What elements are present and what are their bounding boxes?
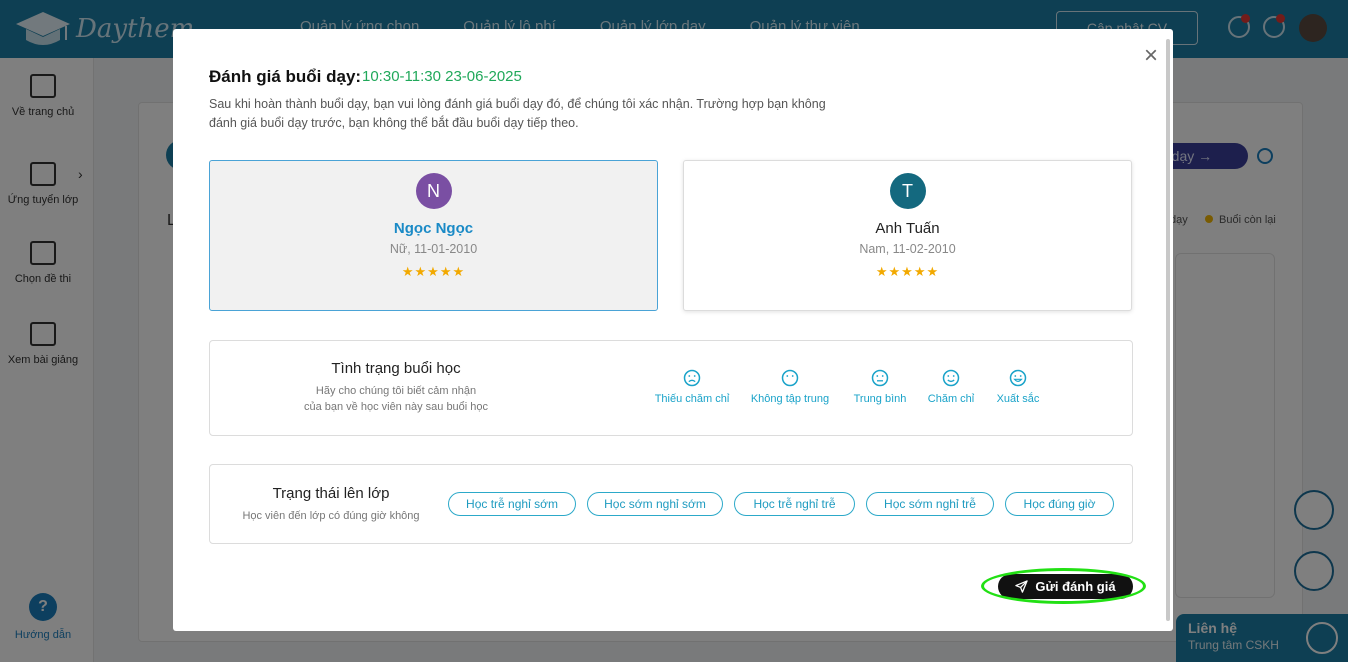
meh-face-icon	[871, 369, 889, 387]
chip-late-late-leave[interactable]: Học trễ nghỉ trễ	[734, 492, 855, 516]
attendance-subtitle: Học viên đến lớp có đúng giờ không	[242, 510, 420, 522]
session-time: 10:30-11:30 23-06-2025	[362, 68, 522, 85]
subtitle-line-2: của bạn về học viên này sau buổi học	[303, 401, 489, 413]
session-status-header: Tình trạng buổi học Hãy cho chúng tôi bi…	[270, 360, 522, 415]
mood-option-excellent[interactable]: Xuất sắc	[990, 369, 1046, 405]
modal-description: Sau khi hoàn thành buổi dạy, bạn vui lòn…	[209, 97, 826, 130]
modal-title: Đánh giá buổi dạy:	[209, 67, 362, 86]
session-status-subtitle: Hãy cho chúng tôi biết cảm nhận của bạn …	[270, 383, 522, 415]
mood-label: Xuất sắc	[996, 393, 1040, 405]
mood-option-unfocused[interactable]: Không tập trung	[748, 369, 832, 405]
student-info: Nữ, 11-01-2010	[389, 242, 478, 256]
attendance-header: Trạng thái lên lớp Học viên đến lớp có đ…	[224, 485, 438, 524]
chip-late-early-leave[interactable]: Học trễ nghỉ sớm	[448, 492, 576, 516]
student-name: Anh Tuấn	[875, 220, 940, 237]
mood-label: Không tập trung	[750, 393, 830, 405]
attendance-panel: Trạng thái lên lớp Học viên đến lớp có đ…	[209, 464, 1133, 544]
chip-on-time[interactable]: Học đúng giờ	[1005, 492, 1114, 516]
neutral-face-icon	[781, 369, 799, 387]
mood-label: Trung bình	[853, 393, 907, 405]
close-icon[interactable]: ×	[1139, 44, 1163, 68]
student-avatar: T	[889, 173, 926, 209]
student-card-selected[interactable]: N Ngọc Ngọc Nữ, 11-01-2010 ★★★★★	[209, 160, 658, 311]
smile-face-icon	[942, 369, 960, 387]
star-rating: ★★★★★	[875, 264, 940, 279]
mood-label: Thiếu chăm chỉ	[654, 393, 730, 405]
mood-option-average[interactable]: Trung bình	[848, 369, 912, 405]
mood-option-diligent[interactable]: Chăm chỉ	[922, 369, 980, 405]
submit-highlight-ring	[981, 568, 1146, 604]
student-name: Ngọc Ngọc	[393, 220, 474, 237]
evaluation-modal: × Đánh giá buổi dạy: 10:30-11:30 23-06-2…	[173, 29, 1173, 631]
grin-face-icon	[1009, 369, 1027, 387]
sad-face-icon	[683, 369, 701, 387]
attendance-title: Trạng thái lên lớp	[272, 485, 390, 502]
mood-option-lazy[interactable]: Thiếu chăm chỉ	[652, 369, 732, 405]
chip-early-early-leave[interactable]: Học sớm nghỉ sớm	[587, 492, 723, 516]
session-status-title: Tình trạng buổi học	[331, 360, 461, 377]
student-avatar: N	[415, 173, 452, 209]
subtitle-line-1: Hãy cho chúng tôi biết cảm nhận	[315, 385, 477, 397]
student-card[interactable]: T Anh Tuấn Nam, 11-02-2010 ★★★★★	[683, 160, 1132, 311]
mood-label: Chăm chỉ	[927, 393, 975, 405]
star-rating: ★★★★★	[401, 264, 466, 279]
chip-early-late-leave[interactable]: Học sớm nghỉ trễ	[866, 492, 994, 516]
modal-scrollbar[interactable]	[1166, 39, 1170, 621]
session-status-panel: Tình trạng buổi học Hãy cho chúng tôi bi…	[209, 340, 1133, 436]
student-info: Nam, 11-02-2010	[859, 242, 956, 256]
